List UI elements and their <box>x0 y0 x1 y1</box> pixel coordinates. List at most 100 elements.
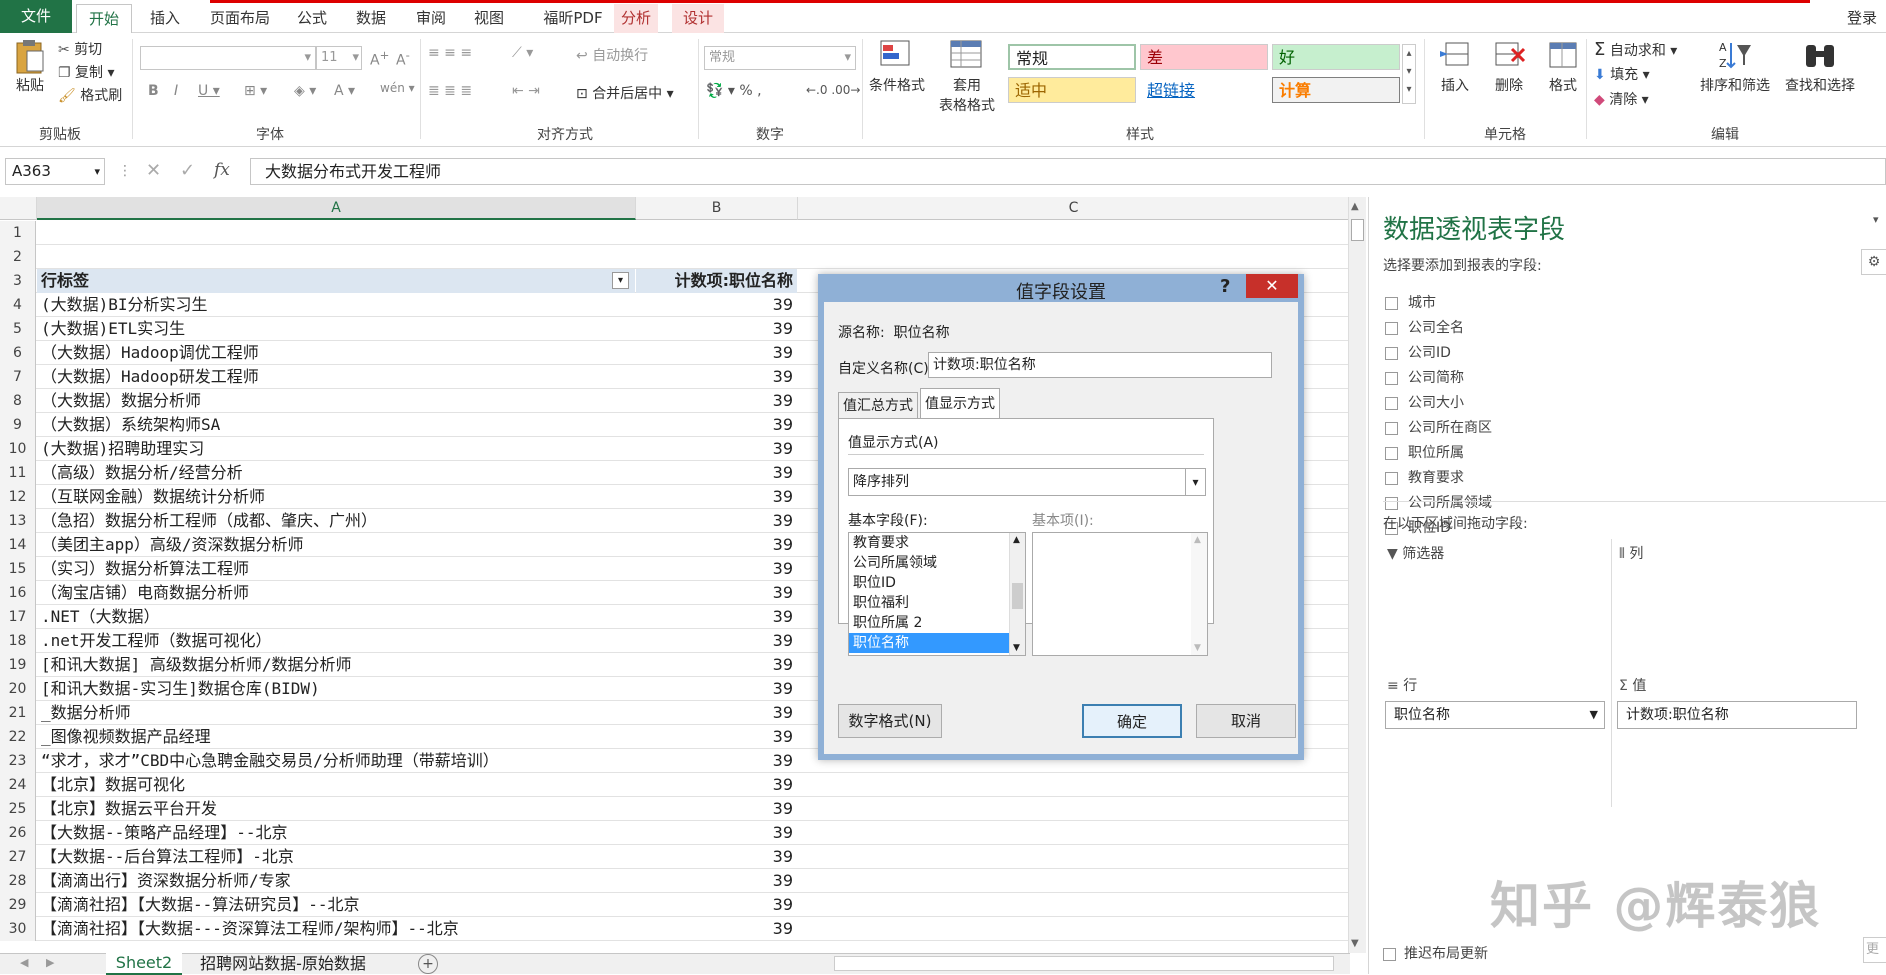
chevron-down-icon[interactable]: ▾ <box>1185 469 1205 495</box>
cell-b[interactable]: 39 <box>636 677 797 701</box>
base-field-item[interactable]: 公司所属领域 <box>849 553 1009 573</box>
merge-center-button[interactable]: ⊡ 合并后居中 ▾ <box>576 83 674 103</box>
cell-a[interactable]: （急招）数据分析工程师（成都、肇庆、广州） <box>37 509 635 533</box>
cell-b[interactable]: 39 <box>636 605 797 629</box>
row-number[interactable]: 5 <box>0 317 36 341</box>
column-header-a[interactable]: A <box>37 197 636 220</box>
cell-a[interactable]: .NET（大数据） <box>37 605 635 629</box>
cell-b[interactable]: 39 <box>636 749 797 773</box>
scroll-up-icon[interactable]: ▲ <box>1351 201 1359 212</box>
tab-home[interactable]: 开始 <box>76 4 132 33</box>
bold-button[interactable]: B <box>148 83 159 99</box>
cell-b[interactable]: 39 <box>636 653 797 677</box>
cell-b[interactable]: 39 <box>636 869 797 893</box>
base-field-item[interactable]: 职位名称 <box>849 633 1009 653</box>
pivot-field-item[interactable]: 公司所在商区 <box>1385 418 1492 438</box>
tab-foxit-pdf[interactable]: 福昕PDF <box>524 4 622 33</box>
row-number[interactable]: 7 <box>0 365 36 389</box>
row-number[interactable]: 27 <box>0 845 36 869</box>
cell-a[interactable] <box>37 221 635 245</box>
tab-file[interactable]: 文件 <box>0 0 72 33</box>
cell-b[interactable]: 39 <box>636 893 797 917</box>
vertical-scrollbar[interactable]: ▲ ▼ <box>1348 197 1366 953</box>
row-number[interactable]: 26 <box>0 821 36 845</box>
cell-a[interactable]: _图像视频数据产品经理 <box>37 725 635 749</box>
fill-color-button[interactable]: ◈ ▾ <box>294 83 316 99</box>
fill-button[interactable]: ⬇ 填充 ▾ <box>1594 64 1650 84</box>
pivot-field-item[interactable]: 城市 <box>1385 293 1436 313</box>
italic-button[interactable]: I <box>174 83 178 99</box>
sheet-nav-prev-icon[interactable]: ◀ <box>20 956 28 969</box>
tab-formulas[interactable]: 公式 <box>290 4 334 33</box>
cell-a[interactable] <box>37 245 635 269</box>
font-name-combo[interactable]: ▾ <box>140 46 316 70</box>
base-field-item[interactable]: 职位ID <box>849 573 1009 593</box>
row-number[interactable]: 11 <box>0 461 36 485</box>
cell-b[interactable]: 39 <box>636 845 797 869</box>
sheet-tab-raw-data[interactable]: 招聘网站数据-原始数据 <box>190 954 376 974</box>
style-calc[interactable]: 计算 <box>1272 77 1400 103</box>
scroll-up-icon[interactable]: ▲ <box>1013 535 1020 545</box>
cell-a[interactable]: (大数据)ETL实习生 <box>37 317 635 341</box>
cut-button[interactable]: ✂ 剪切 <box>58 39 102 59</box>
cell-a[interactable]: (大数据)招聘助理实习 <box>37 437 635 461</box>
cell-a[interactable]: 【滴滴社招】【大数据---资深算法工程师/架构师】--北京 <box>37 917 635 941</box>
row-number[interactable]: 30 <box>0 917 36 941</box>
cell-a[interactable]: 【大数据--后台算法工程师】-北京 <box>37 845 635 869</box>
row-number[interactable]: 14 <box>0 533 36 557</box>
tab-analyze[interactable]: 分析 <box>614 4 658 33</box>
field-checkbox[interactable] <box>1385 396 1398 410</box>
add-sheet-button[interactable]: + <box>418 954 438 974</box>
style-good[interactable]: 好 <box>1272 44 1400 70</box>
tab-insert[interactable]: 插入 <box>140 4 190 33</box>
cell-b[interactable]: 39 <box>636 341 797 365</box>
cell-a[interactable]: （高级）数据分析/经营分析 <box>37 461 635 485</box>
pivot-field-item[interactable]: 教育要求 <box>1385 468 1464 488</box>
sort-filter-button[interactable]: AZ 排序和筛选 <box>1696 39 1774 95</box>
cell-a[interactable]: (大数据)BI分析实习生 <box>37 293 635 317</box>
align-left-button[interactable]: ≣ ≣ ≣ <box>428 83 472 99</box>
cell-b[interactable]: 39 <box>636 725 797 749</box>
field-checkbox[interactable] <box>1385 496 1398 510</box>
field-checkbox[interactable] <box>1385 421 1398 435</box>
cell-a[interactable]: 【滴滴出行】资深数据分析师/专家 <box>37 869 635 893</box>
field-checkbox[interactable] <box>1385 346 1398 360</box>
cell-b[interactable]: 39 <box>636 389 797 413</box>
base-field-item[interactable]: 职位所属 2 <box>849 613 1009 633</box>
row-number[interactable]: 17 <box>0 605 36 629</box>
font-size-combo[interactable]: 11 ▾ <box>316 46 362 70</box>
sheet-tab-sheet2[interactable]: Sheet2 <box>106 953 182 975</box>
cell-b[interactable]: 39 <box>636 485 797 509</box>
field-checkbox[interactable] <box>1385 296 1398 310</box>
gear-icon[interactable]: ⚙ <box>1861 249 1886 275</box>
formula-input[interactable]: 大数据分布式开发工程师 <box>250 158 1886 185</box>
cell-b[interactable]: 39 <box>636 797 797 821</box>
base-field-item[interactable]: 职位福利 <box>849 593 1009 613</box>
cancel-icon[interactable]: ✕ <box>146 160 161 181</box>
close-icon[interactable]: ✕ <box>1246 274 1298 298</box>
row-number[interactable]: 13 <box>0 509 36 533</box>
cell-a[interactable]: （互联网金融）数据统计分析师 <box>37 485 635 509</box>
tab-summarize-values[interactable]: 值汇总方式 <box>838 392 918 418</box>
number-format-button[interactable]: 数字格式(N) <box>838 704 942 738</box>
cell-b[interactable]: 39 <box>636 437 797 461</box>
cell-a[interactable]: （淘宝店铺）电商数据分析师 <box>37 581 635 605</box>
pivot-field-item[interactable]: 职位所属 <box>1385 443 1464 463</box>
cell-a[interactable]: （大数据）Hadoop研发工程师 <box>37 365 635 389</box>
style-normal[interactable]: 常规 <box>1008 44 1136 70</box>
cell-b[interactable]: 39 <box>636 701 797 725</box>
style-hyperlink[interactable]: 超链接 <box>1140 77 1268 103</box>
dialog-title-bar[interactable]: 值字段设置 ? ✕ <box>824 274 1298 303</box>
field-checkbox[interactable] <box>1385 371 1398 385</box>
row-number[interactable]: 12 <box>0 485 36 509</box>
list-scrollbar[interactable]: ▲ ▼ <box>1009 533 1025 655</box>
column-header-c[interactable]: C <box>798 197 1350 220</box>
cell-b[interactable]: 39 <box>636 773 797 797</box>
select-all-corner[interactable] <box>0 197 37 220</box>
cell-a[interactable]: （大数据）Hadoop调优工程师 <box>37 341 635 365</box>
tab-page-layout[interactable]: 页面布局 <box>200 4 280 33</box>
cell-a[interactable]: （美团主app）高级/资深数据分析师 <box>37 533 635 557</box>
tab-data[interactable]: 数据 <box>346 4 396 33</box>
cell-b[interactable]: 计数项:职位名称 <box>636 269 797 293</box>
field-checkbox[interactable] <box>1385 321 1398 335</box>
